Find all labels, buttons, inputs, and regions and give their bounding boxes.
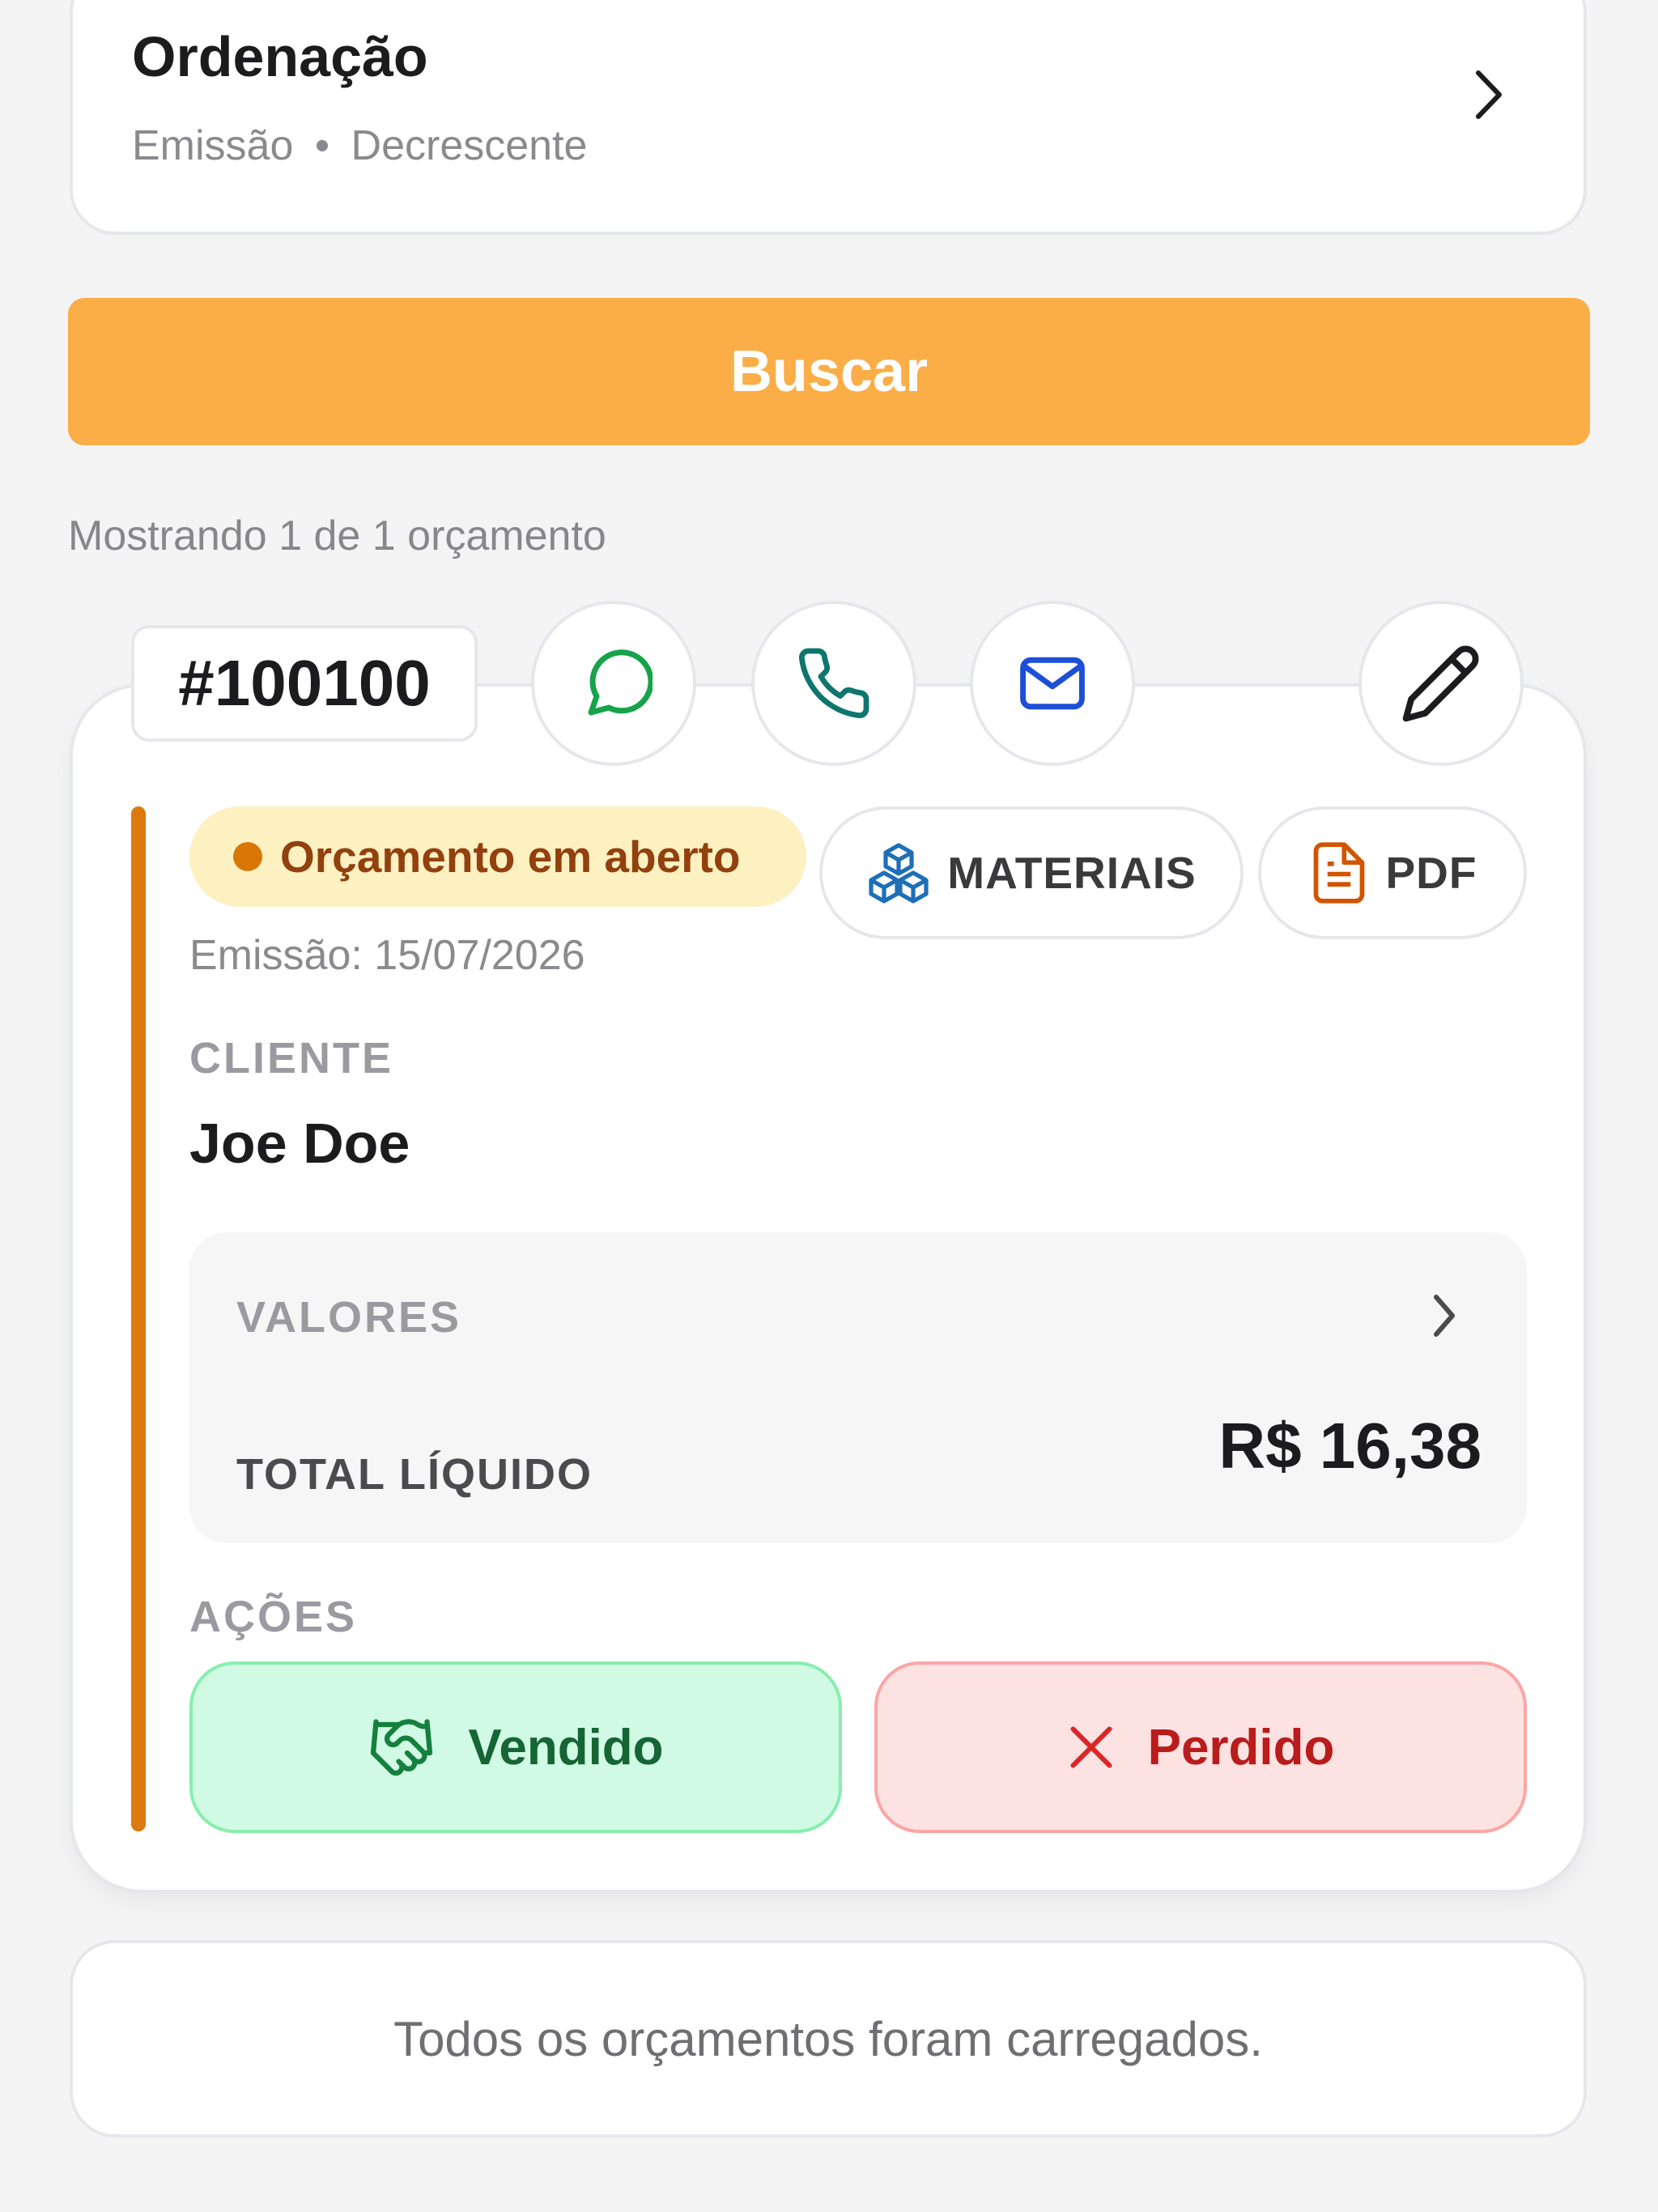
results-count: Mostrando 1 de 1 orçamento xyxy=(68,513,606,559)
values-section-label: VALORES xyxy=(236,1293,462,1342)
phone-icon xyxy=(799,648,869,718)
whatsapp-icon xyxy=(588,649,653,716)
close-icon xyxy=(1070,1726,1112,1768)
pencil-icon xyxy=(1402,645,1479,722)
cubes-icon xyxy=(869,843,929,904)
mail-icon xyxy=(1020,657,1085,710)
search-button[interactable]: Buscar xyxy=(68,298,1590,445)
status-accent-bar xyxy=(131,806,146,1831)
sorting-summary: Emissão • Decrescente xyxy=(132,121,587,170)
emission-date: Emissão: 15/07/2026 xyxy=(189,932,585,979)
phone-button[interactable] xyxy=(751,601,916,766)
end-of-list-card: Todos os orçamentos foram carregados. xyxy=(70,1940,1587,2138)
materials-button[interactable]: MATERIAIS xyxy=(819,806,1244,939)
sorting-field: Emissão xyxy=(132,122,294,169)
total-net-value: R$ 16,38 xyxy=(1218,1410,1482,1482)
pdf-label: PDF xyxy=(1385,848,1477,898)
actions-section-label: AÇÕES xyxy=(189,1593,358,1641)
total-net-label: TOTAL LÍQUIDO xyxy=(236,1450,593,1499)
chevron-right-icon[interactable] xyxy=(1430,1291,1459,1341)
sorting-separator: • xyxy=(314,122,330,169)
pdf-button[interactable]: PDF xyxy=(1258,806,1527,939)
end-of-list-text: Todos os orçamentos foram carregados. xyxy=(393,2011,1263,2066)
sold-button[interactable]: Vendido xyxy=(189,1661,842,1833)
quote-id-badge: #100100 xyxy=(131,625,478,742)
sorting-direction: Decrescente xyxy=(351,122,588,169)
client-name: Joe Doe xyxy=(189,1112,410,1175)
status-text: Orçamento em aberto xyxy=(280,832,741,882)
sold-label: Vendido xyxy=(468,1719,664,1776)
client-section-label: CLIENTE xyxy=(189,1034,394,1083)
status-dot xyxy=(233,842,262,871)
edit-button[interactable] xyxy=(1358,601,1524,766)
status-badge: Orçamento em aberto xyxy=(189,806,806,907)
email-button[interactable] xyxy=(970,601,1135,766)
lost-button[interactable]: Perdido xyxy=(874,1661,1527,1833)
document-icon xyxy=(1313,842,1364,904)
whatsapp-button[interactable] xyxy=(531,601,696,766)
sorting-title: Ordenação xyxy=(132,25,428,88)
chevron-right-icon[interactable] xyxy=(1472,66,1504,123)
lost-label: Perdido xyxy=(1147,1719,1335,1776)
handshake-icon xyxy=(371,1719,433,1776)
materials-label: MATERIAIS xyxy=(947,848,1197,898)
